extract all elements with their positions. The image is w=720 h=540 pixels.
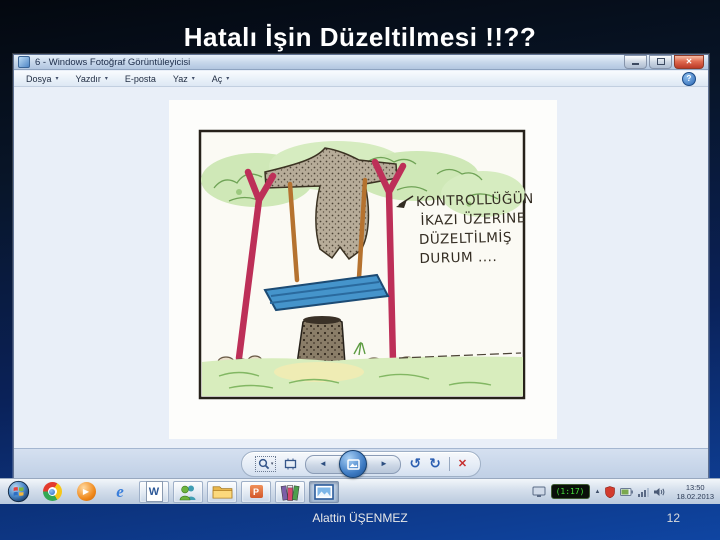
next-icon: ► (379, 459, 388, 468)
question-icon: ? (686, 74, 692, 83)
taskbar-item-media-player[interactable]: ▶ (71, 481, 101, 503)
window-titlebar[interactable]: 6 - Windows Fotoğraf Görüntüleyicisi ✕ (14, 54, 708, 70)
fit-to-window-icon (285, 458, 297, 470)
system-tray: (1:17) ▲ 13:50 18.02.2013 (532, 483, 717, 501)
magnifier-icon (258, 458, 270, 470)
folder-icon (212, 486, 232, 499)
windows-start-icon (7, 480, 29, 503)
help-button[interactable]: ? (682, 71, 696, 86)
chevron-down-icon: ▾ (55, 76, 59, 82)
battery-meter-widget[interactable]: (1:17) (550, 484, 590, 499)
zoom-button[interactable]: ▾ (254, 456, 277, 472)
menu-label: E-posta (124, 73, 156, 84)
control-pill: ▾ ◄ ► ↺ ↻ ✕ (240, 450, 482, 478)
photo-viewer-icon (314, 483, 334, 500)
taskbar-item-photo-viewer[interactable] (309, 480, 339, 503)
play-icon: ▶ (82, 487, 90, 496)
slideshow-icon (347, 458, 360, 470)
messenger-people-icon (179, 485, 196, 500)
cartoon-drawing: KONTROLLÜĞÜN İKAZI ÜZERİNE DÜZELTİLMİŞ D… (169, 100, 557, 439)
chrome-icon (42, 482, 62, 501)
menu-eposta[interactable]: E-posta (125, 74, 156, 84)
menu-label: Aç (211, 73, 223, 84)
menu-label: Dosya (26, 73, 52, 84)
viewer-canvas: KONTROLLÜĞÜN İKAZI ÜZERİNE DÜZELTİLMİŞ D… (14, 88, 708, 449)
actual-size-button[interactable] (284, 458, 297, 470)
network-signal-icon[interactable] (638, 487, 650, 497)
taskbar-item-messenger[interactable] (173, 480, 203, 503)
footer-author: Alattin ÜŞENMEZ (312, 511, 408, 525)
slide-title: Hatalı İşin Düzeltilmesi !!?? (183, 22, 537, 52)
slideshow-button[interactable] (339, 450, 368, 478)
winrar-books-icon (280, 484, 300, 501)
close-icon: ✕ (685, 56, 693, 66)
speaker-icon[interactable] (654, 487, 666, 497)
clock-time: 13:50 (685, 482, 705, 492)
battery-icon[interactable] (620, 487, 634, 496)
taskbar-item-powerpoint[interactable]: P (241, 480, 271, 503)
taskbar-item-winrar[interactable] (275, 480, 305, 503)
taskbar-item-explorer[interactable] (207, 480, 237, 503)
toolbar-divider (448, 457, 450, 471)
taskbar-item-chrome[interactable] (37, 481, 67, 503)
chevron-down-icon: ▾ (104, 76, 108, 82)
internet-explorer-icon: e (116, 482, 124, 501)
chevron-down-icon: ▾ (270, 461, 274, 467)
security-shield-icon[interactable] (605, 485, 616, 498)
maximize-button[interactable] (649, 54, 672, 69)
tree-stump (296, 316, 346, 365)
word-icon: W (145, 481, 163, 502)
rotate-cw-button[interactable]: ↻ (429, 457, 441, 471)
start-button[interactable] (3, 480, 33, 503)
displayed-photo: KONTROLLÜĞÜN İKAZI ÜZERİNE DÜZELTİLMİŞ D… (169, 100, 557, 439)
menu-label: Yazdır (75, 73, 101, 84)
photo-viewer-window: 6 - Windows Fotoğraf Görüntüleyicisi ✕ D… (13, 54, 709, 480)
next-button[interactable]: ► (362, 454, 402, 474)
menu-ac[interactable]: Aç ▾ (212, 74, 230, 84)
menu-yazdir[interactable]: Yazdır ▾ (76, 74, 108, 84)
taskbar-item-internet-explorer[interactable]: e (105, 481, 135, 503)
presentation-slide: Hatalı İşin Düzeltilmesi !!?? 6 - Window… (0, 0, 720, 540)
navigation-group: ◄ ► (305, 450, 402, 478)
window-controls: ✕ (624, 54, 704, 69)
delete-button[interactable]: ✕ (458, 458, 467, 470)
viewer-toolbar: ▾ ◄ ► ↺ ↻ ✕ (14, 448, 708, 479)
minimize-button[interactable] (624, 54, 647, 69)
taskbar-item-word[interactable]: W (139, 480, 169, 503)
menu-label: Yaz (172, 73, 188, 84)
page-number: 12 (666, 511, 680, 525)
close-button[interactable]: ✕ (674, 54, 704, 69)
chevron-down-icon: ▾ (226, 76, 230, 82)
taskbar: ▶ e W P (1:17) ▲ 13:50 18.02.2013 (0, 478, 720, 504)
rotate-ccw-button[interactable]: ↺ (409, 457, 421, 471)
media-player-icon: ▶ (76, 482, 96, 501)
hidden-icons-chevron[interactable]: ▲ (595, 489, 601, 495)
window-title: 6 - Windows Fotoğraf Görüntüleyicisi (35, 56, 191, 68)
taskbar-items: ▶ e W P (3, 480, 339, 503)
menu-dosya[interactable]: Dosya ▾ (26, 74, 59, 84)
minimize-icon (632, 62, 639, 65)
svg-text:DURUM ....: DURUM .... (419, 249, 497, 267)
menu-yaz[interactable]: Yaz ▾ (173, 74, 195, 84)
chevron-down-icon: ▾ (191, 76, 195, 82)
window-app-icon (18, 56, 30, 68)
previous-icon: ◄ (318, 459, 327, 468)
powerpoint-icon: P (249, 485, 263, 498)
display-icon[interactable] (532, 486, 546, 498)
menu-bar: Dosya ▾ Yazdır ▾ E-posta Yaz ▾ Aç ▾ ? (14, 71, 708, 87)
clock-date: 18.02.2013 (676, 491, 714, 501)
taskbar-clock[interactable]: 13:50 18.02.2013 (671, 483, 714, 501)
maximize-icon (656, 58, 665, 65)
